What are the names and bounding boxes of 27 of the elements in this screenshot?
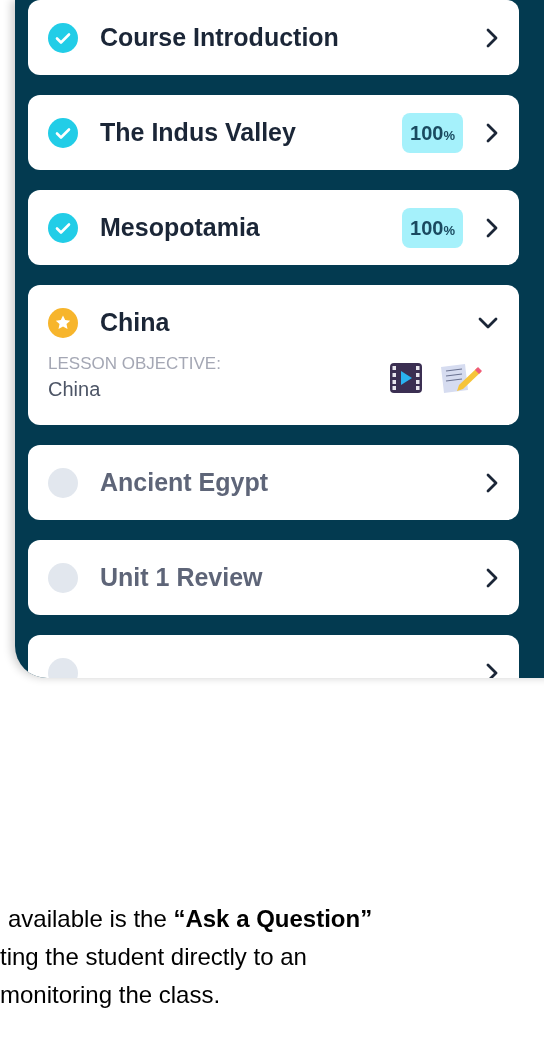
lesson-card[interactable]: Ancient Egypt <box>28 445 519 520</box>
chevron-right-icon[interactable] <box>485 566 499 589</box>
film-play-icon[interactable] <box>389 361 423 394</box>
lesson-card[interactable]: Course Introduction <box>28 0 519 75</box>
lesson-title: China <box>100 308 171 337</box>
objective-label: LESSON OBJECTIVE: <box>48 354 222 374</box>
lesson-card[interactable]: The Indus Valley 100% <box>28 95 519 170</box>
lesson-card[interactable]: China LESSON OBJECTIVE: China <box>28 285 519 425</box>
chevron-right-icon[interactable] <box>485 216 499 239</box>
chevron-right-icon[interactable] <box>485 26 499 49</box>
caption-text: ting the student directly to an <box>0 942 308 972</box>
lesson-card[interactable]: Mesopotamia 100% <box>28 190 519 265</box>
lesson-title: Ancient Egypt <box>100 468 270 497</box>
lesson-card[interactable]: Unit 1 Review <box>28 540 519 615</box>
caption-text: available is the “Ask a Question” <box>8 904 374 934</box>
lesson-title: Mesopotamia <box>100 213 261 242</box>
lesson-title: Unit 1 Review <box>100 563 264 592</box>
score-badge: 100% <box>402 207 463 248</box>
lesson-title: Course Introduction <box>100 23 340 52</box>
lesson-title: The Indus Valley <box>100 118 297 147</box>
chevron-right-icon[interactable] <box>485 661 499 678</box>
score-badge: 100% <box>402 112 463 153</box>
caption-text: monitoring the class. <box>0 980 222 1010</box>
chevron-right-icon[interactable] <box>485 121 499 144</box>
chevron-right-icon[interactable] <box>485 471 499 494</box>
chevron-down-icon[interactable] <box>477 315 499 330</box>
objective-text: China <box>48 378 102 401</box>
